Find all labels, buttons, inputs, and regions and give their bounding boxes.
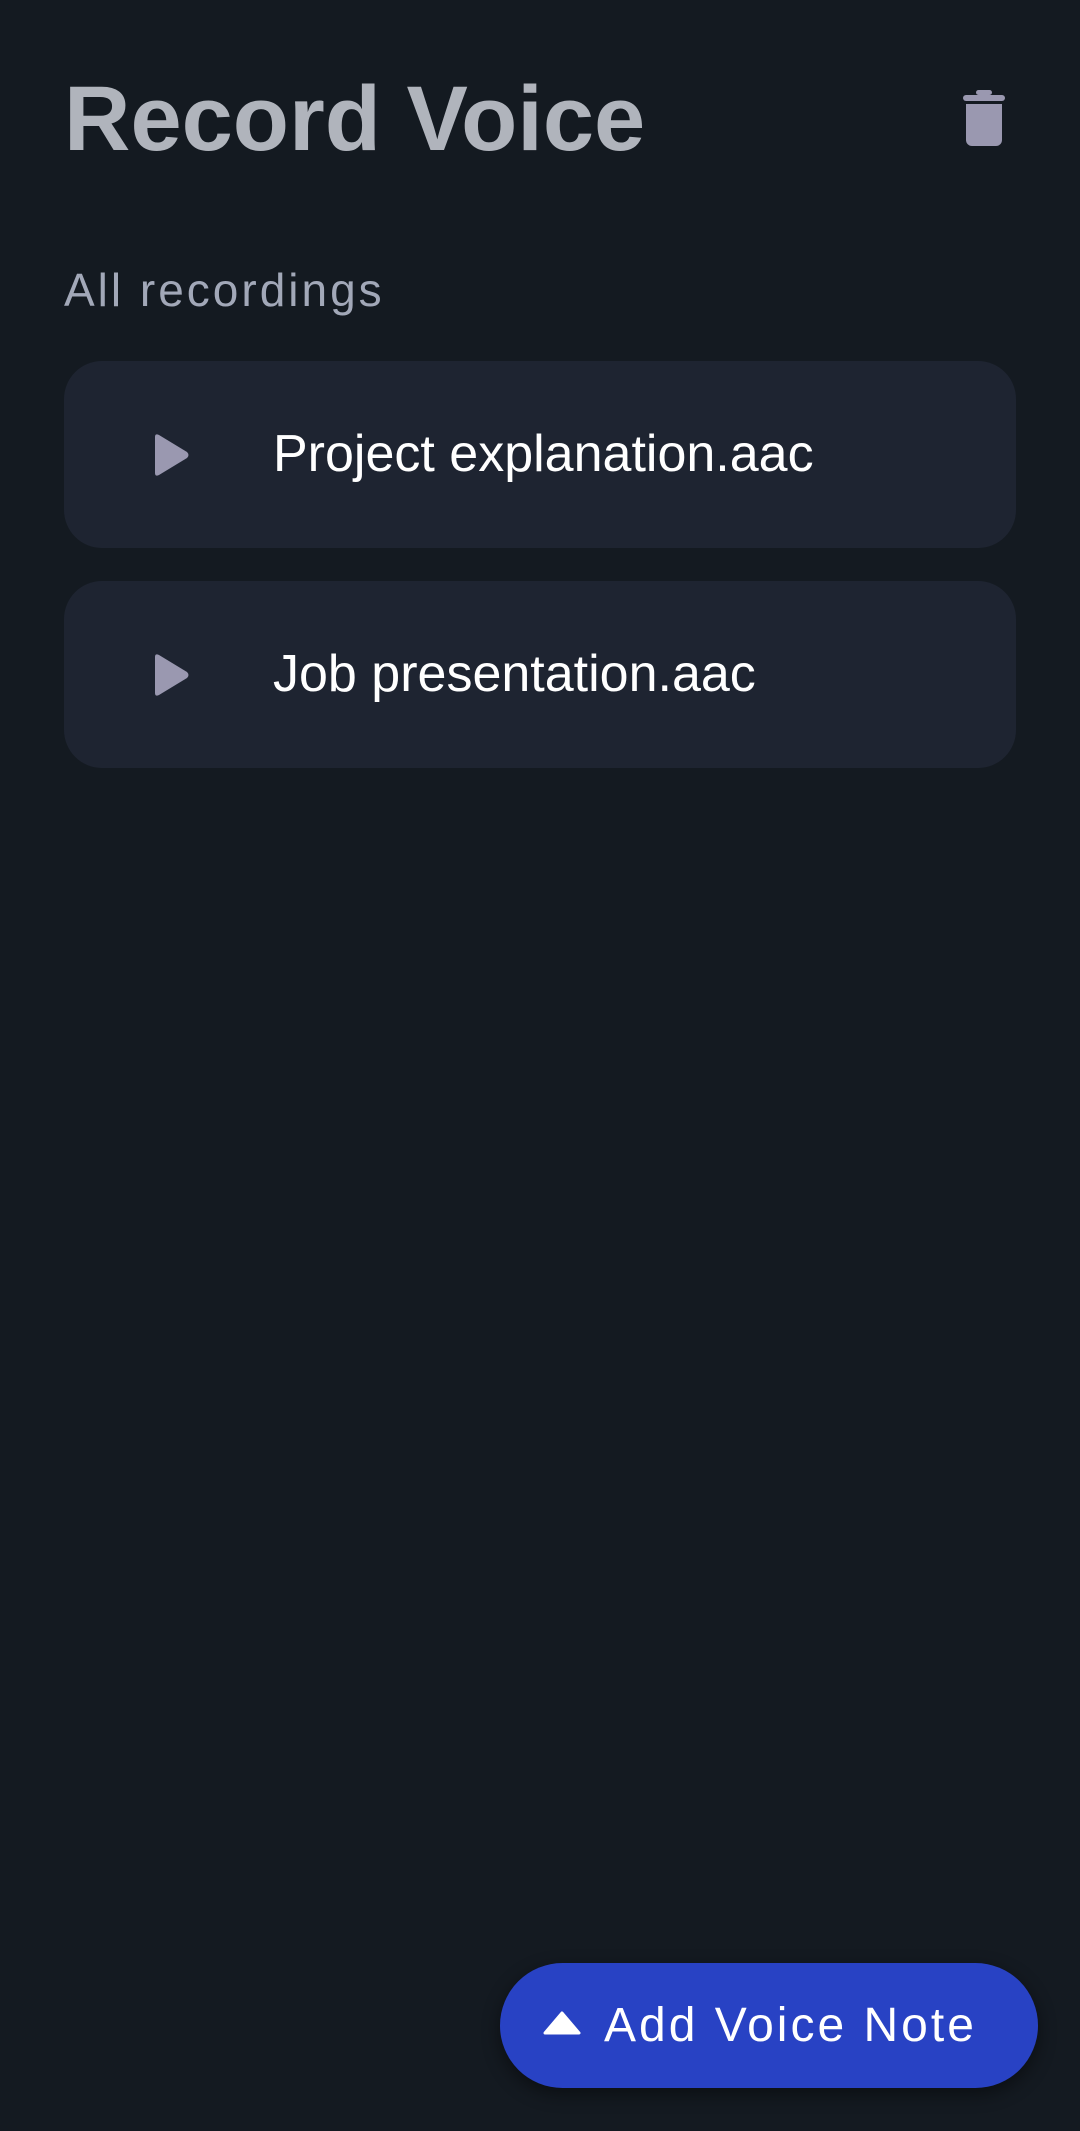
add-voice-note-button[interactable]: Add Voice Note — [500, 1963, 1038, 2088]
recording-name: Project explanation.aac — [273, 425, 814, 483]
add-voice-note-label: Add Voice Note — [604, 1999, 977, 2052]
delete-button[interactable] — [952, 86, 1016, 150]
play-icon[interactable] — [152, 433, 190, 477]
recording-name: Job presentation.aac — [273, 645, 756, 703]
page-title: Record Voice — [64, 68, 646, 170]
section-label: All recordings — [64, 264, 385, 316]
app-header: Record Voice — [64, 64, 1016, 174]
recordings-list: Project explanation.aac Job presentation… — [64, 361, 1016, 801]
caret-up-icon — [543, 2011, 581, 2035]
play-icon[interactable] — [152, 653, 190, 697]
recording-item[interactable]: Job presentation.aac — [64, 581, 1016, 768]
trash-icon — [963, 90, 1005, 146]
recording-item[interactable]: Project explanation.aac — [64, 361, 1016, 548]
